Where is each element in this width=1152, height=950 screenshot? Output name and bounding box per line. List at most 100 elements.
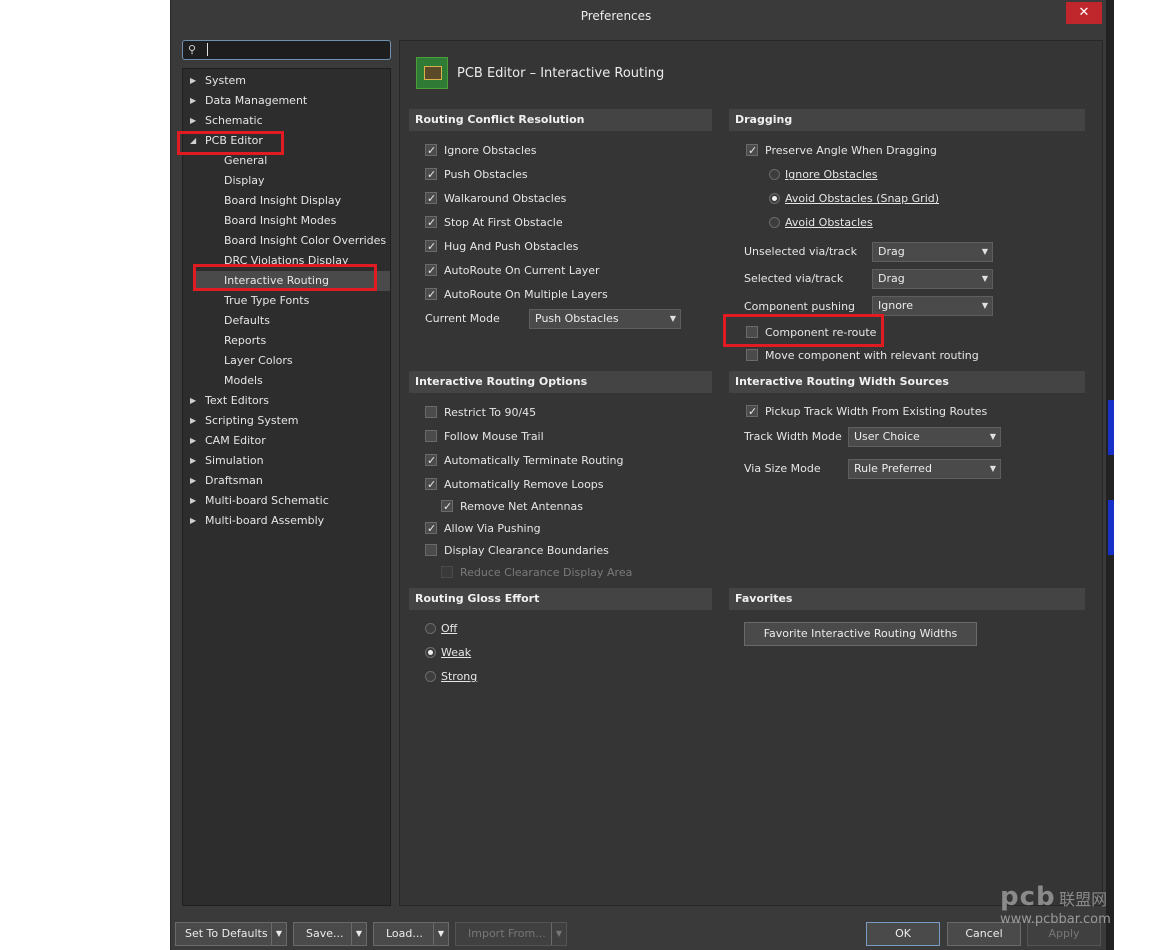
caret-right-icon[interactable]: ▶ [190, 431, 196, 451]
tree-item[interactable]: True Type Fonts [193, 291, 390, 311]
close-button[interactable]: ✕ [1066, 2, 1102, 24]
cancel-label: Cancel [965, 927, 1003, 940]
chevron-down-icon[interactable]: ▼ [271, 923, 286, 945]
pushing-dropdown[interactable]: Ignore ▼ [872, 296, 993, 316]
set-defaults-label: Set To Defaults [185, 927, 268, 940]
chevron-down-icon: ▼ [981, 301, 988, 310]
tree-item[interactable]: Board Insight Display [193, 191, 390, 211]
option-label: Avoid Obstacles (Snap Grid) [785, 192, 940, 205]
load-button[interactable]: Load... ▼ [373, 922, 449, 946]
tree-item-label: Scripting System [205, 414, 299, 427]
checkmark-icon: ✓ [427, 478, 437, 491]
caret-right-icon[interactable]: ▶ [190, 111, 196, 131]
track-width-dropdown[interactable]: User Choice ▼ [848, 427, 1001, 447]
option-label: Reduce Clearance Display Area [460, 566, 633, 579]
option-label: Automatically Terminate Routing [444, 454, 624, 467]
caret-right-icon[interactable]: ▶ [190, 71, 196, 91]
tree-item[interactable]: Reports [193, 331, 390, 351]
section-header-gloss: Routing Gloss Effort [409, 588, 712, 610]
tree-item[interactable]: ▶ Multi-board Assembly [183, 511, 390, 531]
tree-item-label: Defaults [224, 314, 270, 327]
tree-item[interactable]: ▶ CAM Editor [183, 431, 390, 451]
tree-item[interactable]: ▶ Draftsman [183, 471, 390, 491]
import-label: Import From... [468, 927, 546, 940]
checkmark-icon: ✓ [427, 288, 437, 301]
checkmark-icon: ✓ [443, 500, 453, 513]
caret-right-icon[interactable]: ▶ [190, 411, 196, 431]
tree-item[interactable]: ▶ Simulation [183, 451, 390, 471]
tree-item[interactable]: Defaults [193, 311, 390, 331]
option-label: Weak [441, 646, 472, 659]
tree-item-label: System [205, 74, 247, 87]
current-mode-dropdown[interactable]: Push Obstacles ▼ [529, 309, 681, 329]
watermark-cn: 联盟网 [1059, 890, 1108, 909]
tree-item-label: Layer Colors [224, 354, 293, 367]
checkbox-box [425, 544, 437, 556]
caret-right-icon[interactable]: ▶ [190, 511, 196, 531]
tree-item-label: Board Insight Display [224, 194, 342, 207]
tree-item[interactable]: Board Insight Color Overrides [193, 231, 390, 251]
caret-right-icon[interactable]: ▶ [190, 471, 196, 491]
radio-circle [769, 193, 780, 204]
radio-circle [425, 623, 436, 634]
tree-item[interactable]: ▶ Multi-board Schematic [183, 491, 390, 511]
selected-dropdown[interactable]: Drag ▼ [872, 269, 993, 289]
caret-right-icon[interactable]: ▶ [190, 491, 196, 511]
tree-item[interactable]: Board Insight Modes [193, 211, 390, 231]
favorite-widths-button[interactable]: Favorite Interactive Routing Widths [744, 622, 977, 646]
option-label: Push Obstacles [444, 168, 528, 181]
checkbox-box: ✓ [425, 216, 437, 229]
tree-item[interactable]: Models [193, 371, 390, 391]
ok-button[interactable]: OK [866, 922, 940, 946]
chevron-down-icon: ▼ [989, 464, 996, 473]
tree-item[interactable]: Display [193, 171, 390, 191]
checkbox-box: ✓ [425, 192, 437, 205]
tree-item-label: CAM Editor [205, 434, 266, 447]
tree-item[interactable]: ▶ Schematic [183, 111, 390, 131]
track-width-label: Track Width Mode [744, 430, 842, 443]
tree-item[interactable]: ▶ System [183, 71, 390, 91]
save-button[interactable]: Save... ▼ [293, 922, 367, 946]
title-bar[interactable]: Preferences ✕ [171, 0, 1113, 32]
section-header-width-sources: Interactive Routing Width Sources [729, 371, 1085, 393]
checkmark-icon: ✓ [427, 144, 437, 157]
tree-item[interactable]: ▶ Data Management [183, 91, 390, 111]
annotation-box-pcb-editor [177, 131, 284, 155]
tree-item[interactable]: Layer Colors [193, 351, 390, 371]
tree-item[interactable]: ▶ Text Editors [183, 391, 390, 411]
checkbox-box: ✓ [746, 405, 758, 418]
checkmark-icon: ✓ [427, 240, 437, 253]
settings-panel: PCB Editor – Interactive Routing Routing… [399, 40, 1103, 906]
checkmark-icon: ✓ [427, 192, 437, 205]
tree-item[interactable]: ▶ Scripting System [183, 411, 390, 431]
checkmark-icon: ✓ [427, 168, 437, 181]
caret-right-icon[interactable]: ▶ [190, 451, 196, 471]
track-width-value: User Choice [854, 430, 920, 443]
checkbox-box: ✓ [425, 264, 437, 277]
section-header-dragging: Dragging [729, 109, 1085, 131]
option-label: AutoRoute On Multiple Layers [444, 288, 608, 301]
chevron-down-icon[interactable]: ▼ [433, 923, 448, 945]
current-mode-label: Current Mode [425, 312, 500, 325]
pushing-label: Component pushing [744, 300, 856, 313]
dialog-title: Preferences [580, 9, 652, 23]
set-to-defaults-button[interactable]: Set To Defaults ▼ [175, 922, 287, 946]
option-label: Follow Mouse Trail [444, 430, 544, 443]
search-input[interactable]: ⚲ [182, 40, 391, 60]
chevron-down-icon[interactable]: ▼ [351, 923, 366, 945]
via-size-dropdown[interactable]: Rule Preferred ▼ [848, 459, 1001, 479]
option-label: Strong [441, 670, 478, 683]
save-label: Save... [306, 927, 344, 940]
unselected-dropdown[interactable]: Drag ▼ [872, 242, 993, 262]
option-label: Stop At First Obstacle [444, 216, 563, 229]
background-tab-2 [1108, 500, 1114, 555]
chevron-down-icon: ▼ [981, 247, 988, 256]
option-label: Ignore Obstacles [785, 168, 878, 181]
chevron-down-icon: ▼ [669, 314, 676, 323]
caret-right-icon[interactable]: ▶ [190, 391, 196, 411]
caret-right-icon[interactable]: ▶ [190, 91, 196, 111]
tree-item-label: Reports [224, 334, 267, 347]
category-tree[interactable]: ▶ System ▶ Data Management ▶ Schematic ◢ PCB Ed… [182, 68, 391, 906]
checkbox-box: ✓ [441, 500, 453, 513]
annotation-box-interactive-routing [193, 264, 377, 291]
